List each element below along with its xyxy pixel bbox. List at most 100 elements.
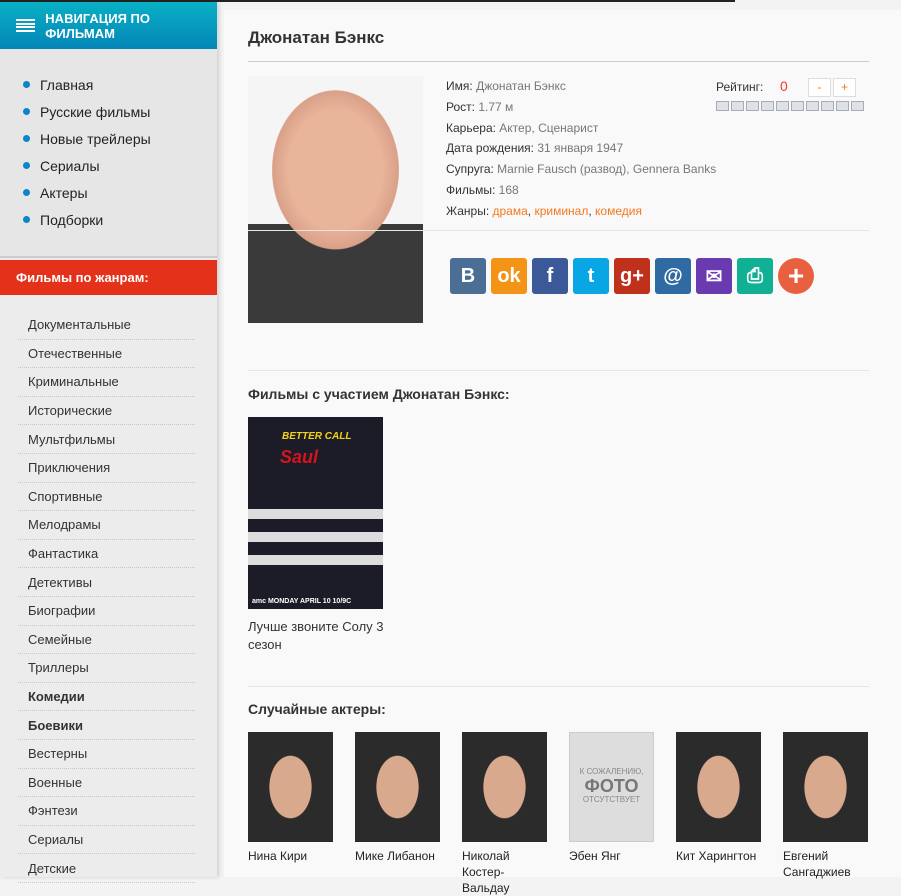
- nav-item-label: Актеры: [40, 184, 88, 201]
- mail-ru-icon: @: [663, 264, 683, 287]
- nav-item[interactable]: Подборки: [0, 206, 217, 233]
- info-value: 1.77 м: [478, 99, 514, 114]
- nav-header[interactable]: НАВИГАЦИЯ ПО ФИЛЬМАМ: [0, 2, 217, 49]
- nav-item[interactable]: Новые трейлеры: [0, 125, 217, 152]
- film-poster[interactable]: BETTER CALL Saul amc MONDAY APRIL 10 10/…: [248, 417, 383, 609]
- sidebar: НАВИГАЦИЯ ПО ФИЛЬМАМ Главная Русские филь…: [0, 2, 217, 883]
- info-label: Рост:: [446, 99, 475, 114]
- genre-item[interactable]: Исторические: [18, 397, 195, 426]
- nav-item[interactable]: Русские фильмы: [0, 98, 217, 125]
- genre-item[interactable]: Сериалы: [18, 826, 195, 855]
- genre-link[interactable]: криминал: [534, 204, 588, 218]
- rating-plus-button[interactable]: +: [833, 78, 856, 97]
- rating-star[interactable]: [806, 101, 819, 111]
- actor-name-link[interactable]: Кит Харингтон: [676, 848, 761, 864]
- actor-card[interactable]: Кит Харингтон: [676, 732, 761, 896]
- twitter-icon: t: [587, 264, 595, 287]
- info-label: Супруга:: [446, 162, 494, 177]
- random-actors-heading: Случайные актеры:: [248, 701, 386, 717]
- actor-photo[interactable]: [248, 732, 333, 842]
- genre-item[interactable]: Вестерны: [18, 740, 195, 769]
- genre-item[interactable]: Спортивные: [18, 483, 195, 512]
- genre-item[interactable]: Триллеры: [18, 654, 195, 683]
- rating-star[interactable]: [716, 101, 729, 111]
- info-row: Карьера: Актер, Сценарист: [446, 118, 716, 139]
- actor-photo[interactable]: [462, 732, 547, 842]
- genre-link[interactable]: комедия: [595, 204, 642, 218]
- rating-star[interactable]: [761, 101, 774, 111]
- rating-star[interactable]: [746, 101, 759, 111]
- rating-star[interactable]: [731, 101, 744, 111]
- actor-card[interactable]: Евгений Сангаджиев: [783, 732, 868, 896]
- info-row-genres: Жанры: драма, криминал, комедия: [446, 203, 642, 218]
- share-buttons: Bok f t g+ @ ✉ ⎙ +: [450, 258, 814, 294]
- actor-name-link[interactable]: Нина Кири: [248, 848, 333, 864]
- genre-link[interactable]: драма: [493, 204, 528, 218]
- actor-photo[interactable]: К СОЖАЛЕНИЮ, ФОТО ОТСУТСТВУЕТ: [569, 732, 654, 842]
- page-title: Джонатан Бэнкс: [248, 28, 385, 47]
- nav-item[interactable]: Сериалы: [0, 152, 217, 179]
- info-row: Дата рождения: 31 января 1947: [446, 138, 716, 159]
- actor-card[interactable]: Мике Либанон: [355, 732, 440, 896]
- genre-item[interactable]: Приключения: [18, 454, 195, 483]
- films-heading: Фильмы с участием Джонатан Бэнкс:: [248, 386, 510, 402]
- genre-item[interactable]: Мелодрамы: [18, 511, 195, 540]
- genre-item[interactable]: Детские: [18, 854, 195, 883]
- genre-list: Документальные Отечественные Криминальные И…: [0, 295, 217, 883]
- genre-item[interactable]: Семейные: [18, 626, 195, 655]
- poster-text: amc MONDAY APRIL 10 10/9C: [252, 598, 352, 605]
- more-share-button[interactable]: +: [778, 258, 814, 294]
- actor-name-link[interactable]: Николай Костер-Вальдау: [462, 848, 547, 896]
- info-row: Рост: 1.77 м: [446, 97, 716, 118]
- film-title-link[interactable]: Лучше звоните Солу 3 сезон: [248, 618, 388, 654]
- nav-item[interactable]: Актеры: [0, 179, 217, 206]
- genre-item[interactable]: Фэнтези: [18, 797, 195, 826]
- genre-item[interactable]: Отечественные: [18, 340, 195, 369]
- twitter-share-button[interactable]: t: [573, 258, 609, 294]
- nav-item-label: Русские фильмы: [40, 103, 151, 120]
- random-actors-list: Нина Кири Мике Либанон Николай Костер-Валь…: [248, 732, 868, 896]
- rating-star[interactable]: [821, 101, 834, 111]
- email-share-button[interactable]: ✉: [696, 258, 732, 294]
- print-share-button[interactable]: ⎙: [737, 258, 773, 294]
- actor-name-link[interactable]: Евгений Сангаджиев: [783, 848, 868, 880]
- genre-item[interactable]: Криминальные: [18, 368, 195, 397]
- actor-card[interactable]: Нина Кири: [248, 732, 333, 896]
- rating-star[interactable]: [791, 101, 804, 111]
- rating-star[interactable]: [776, 101, 789, 111]
- google-plus-share-button[interactable]: g+: [614, 258, 650, 294]
- info-row: Супруга: Marnie Fausch (развод), Gennera…: [446, 159, 716, 180]
- nav-item-label: Сериалы: [40, 157, 100, 174]
- mail-ru-share-button[interactable]: @: [655, 258, 691, 294]
- actor-card[interactable]: К СОЖАЛЕНИЮ, ФОТО ОТСУТСТВУЕТ Эбен Янг: [569, 732, 654, 896]
- genre-item[interactable]: Военные: [18, 769, 195, 798]
- facebook-share-button[interactable]: f: [532, 258, 568, 294]
- info-label: Дата рождения:: [446, 141, 534, 156]
- actor-photo[interactable]: [783, 732, 868, 842]
- actor-card[interactable]: Николай Костер-Вальдау: [462, 732, 547, 896]
- actor-name-link[interactable]: Мике Либанон: [355, 848, 440, 864]
- info-value: 31 января 1947: [537, 141, 624, 156]
- email-icon: ✉: [705, 265, 723, 288]
- genre-item[interactable]: Биографии: [18, 597, 195, 626]
- genre-item[interactable]: Детективы: [18, 568, 195, 597]
- info-label: Карьера:: [446, 120, 496, 135]
- genre-item[interactable]: Фантастика: [18, 540, 195, 569]
- actor-photo[interactable]: [355, 732, 440, 842]
- rating-minus-button[interactable]: -: [808, 78, 831, 97]
- bullet-icon: [23, 108, 30, 115]
- genre-item[interactable]: Документальные: [18, 311, 195, 340]
- rating-star[interactable]: [836, 101, 849, 111]
- vk-share-button[interactable]: B: [450, 258, 486, 294]
- genre-item[interactable]: Боевики: [18, 711, 195, 740]
- rating-star[interactable]: [851, 101, 864, 111]
- genre-item[interactable]: Мультфильмы: [18, 425, 195, 454]
- actor-photo[interactable]: [676, 732, 761, 842]
- genre-item[interactable]: Комедии: [18, 683, 195, 712]
- nophoto-text: ОТСУТСТВУЕТ: [582, 795, 641, 804]
- odnoklassniki-share-button[interactable]: ok: [491, 258, 527, 294]
- nav-item[interactable]: Главная: [0, 71, 217, 98]
- menu-icon: [16, 19, 36, 32]
- google-plus-icon: g+: [620, 264, 644, 287]
- actor-name-link[interactable]: Эбен Янг: [569, 848, 654, 864]
